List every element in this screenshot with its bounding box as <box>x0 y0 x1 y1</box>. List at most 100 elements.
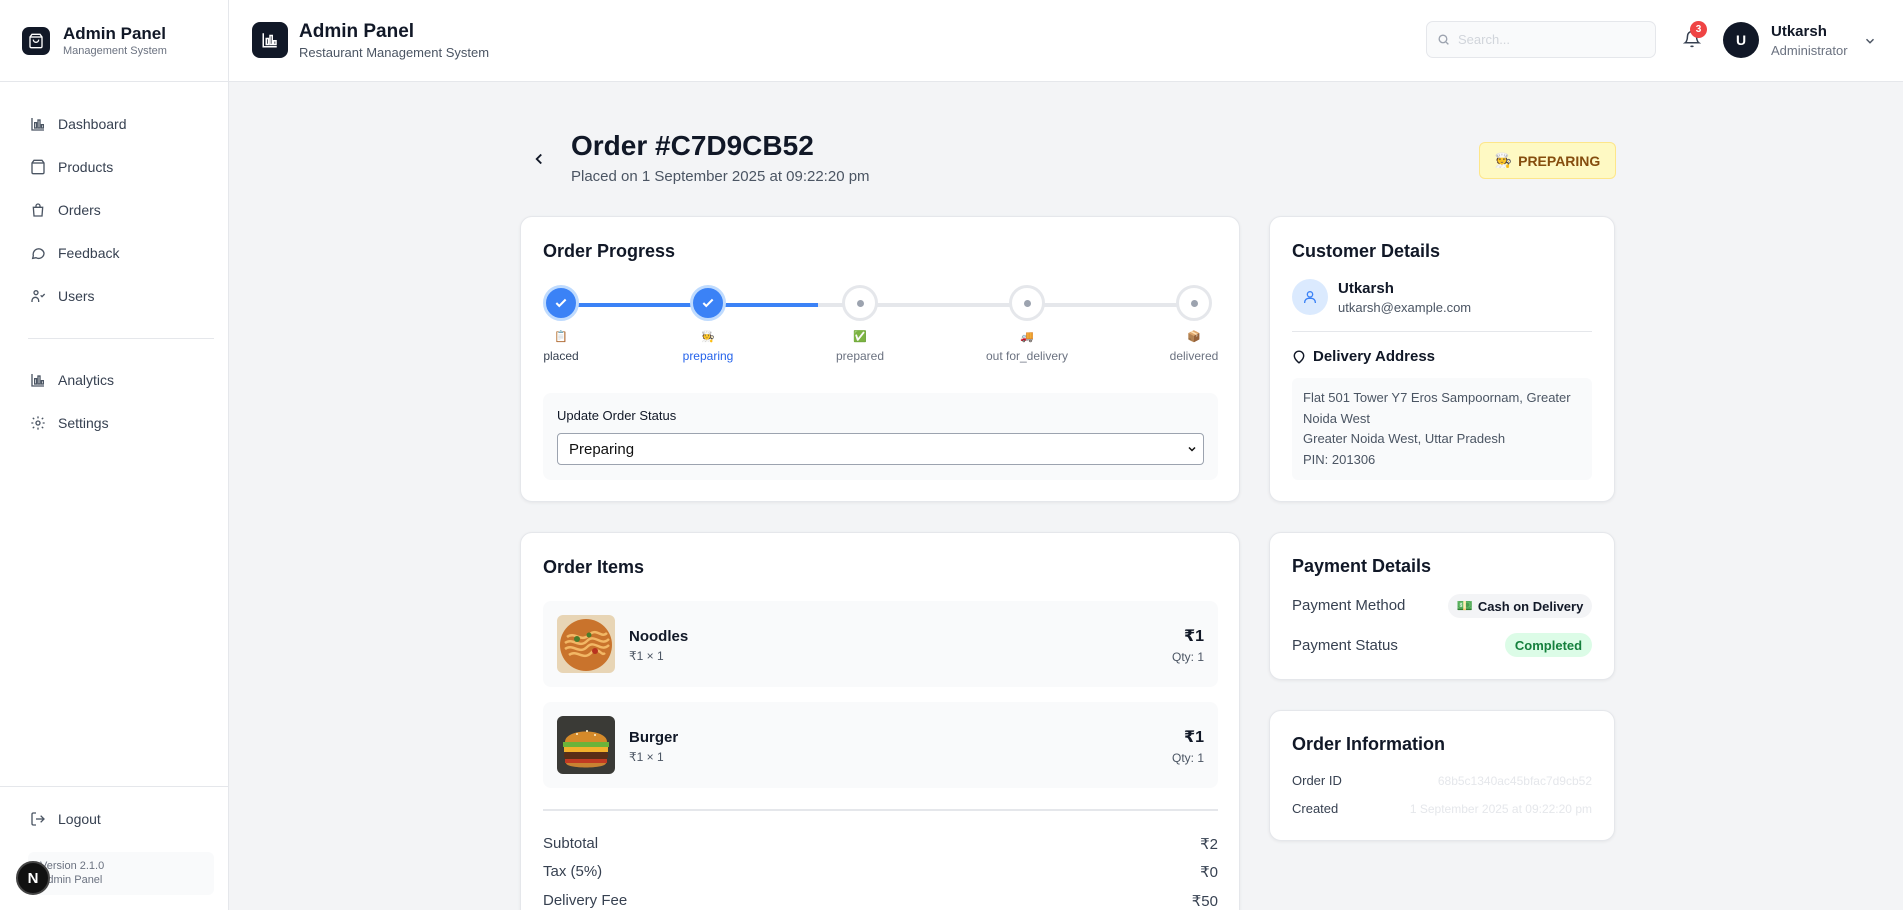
item-price: ₹1 <box>1183 729 1204 746</box>
step-label: preparing <box>682 349 734 363</box>
user-name[interactable]: Utkarsh <box>1771 23 1827 40</box>
payment-status-badge: Completed <box>1505 633 1592 657</box>
sidebar-item-users[interactable]: Users <box>0 274 229 317</box>
cash-icon: 💵 <box>1456 598 1473 613</box>
created-label: Created <box>1292 801 1339 816</box>
list-item: Noodles ₹1 × 1 ₹1 Qty: 1 <box>543 601 1218 687</box>
summary-value: ₹2 <box>1200 836 1218 853</box>
user-role: Administrator <box>1771 43 1848 58</box>
bar-chart-icon <box>31 117 44 131</box>
back-arrow-icon[interactable] <box>530 150 548 173</box>
step-label: placed <box>543 349 579 363</box>
sidebar-divider <box>28 338 214 339</box>
sidebar-divider <box>0 786 229 787</box>
payment-method-label: Payment Method <box>1292 597 1406 614</box>
sidebar-brand: Admin Panel Management System <box>0 0 228 82</box>
progress-line-done <box>560 303 708 307</box>
sidebar-item-label: Orders <box>58 201 101 218</box>
version-number: Version 2.1.0 <box>40 860 105 872</box>
step-check-icon <box>543 285 579 321</box>
payment-method-badge: 💵 Cash on Delivery <box>1448 594 1592 618</box>
page-title: Order #C7D9CB52 <box>571 130 814 161</box>
status-select-value: Preparing <box>569 440 635 458</box>
step-emoji: 🚚 <box>1020 331 1034 343</box>
step-label: prepared <box>835 349 885 363</box>
sidebar-item-label: Products <box>58 158 114 175</box>
summary-subtotal: Subtotal ₹2 <box>543 835 1218 853</box>
noodles-image <box>557 615 615 673</box>
sidebar-nav: Dashboard Products Orders Feedback Users <box>0 102 229 317</box>
sidebar-nav-secondary: Analytics Settings <box>0 358 229 444</box>
address-line: Greater Noida West, Uttar Pradesh <box>1303 431 1506 446</box>
sidebar-item-feedback[interactable]: Feedback <box>0 231 229 274</box>
summary-label: Delivery Fee <box>543 892 628 909</box>
summary-delivery-fee: Delivery Fee ₹50 <box>543 892 1218 910</box>
version-app-name: Admin Panel <box>40 874 103 886</box>
address-line: Flat 501 Tower Y7 Eros Sampoornam, Great… <box>1303 390 1571 426</box>
logout-label: Logout <box>58 810 101 827</box>
search-icon <box>1438 34 1449 45</box>
notification-count-badge: 3 <box>1690 21 1707 38</box>
order-information-title: Order Information <box>1292 734 1446 754</box>
search-input[interactable] <box>1458 32 1638 47</box>
version-info: Version 2.1.0 Admin Panel <box>28 852 214 895</box>
address-pin: PIN: 201306 <box>1303 451 1376 467</box>
item-price: ₹1 <box>1183 628 1204 645</box>
status-label: PREPARING <box>1518 152 1601 169</box>
sidebar-item-orders[interactable]: Orders <box>0 188 229 231</box>
payment-method-value: Cash on Delivery <box>1477 598 1584 614</box>
status-select[interactable]: Preparing <box>557 433 1204 465</box>
summary-label: Subtotal <box>543 835 599 852</box>
sidebar-item-products[interactable]: Products <box>0 145 229 188</box>
gear-icon <box>31 415 45 430</box>
sidebar-item-settings[interactable]: Settings <box>0 401 229 444</box>
sidebar: Admin Panel Management System Dashboard … <box>0 0 229 910</box>
delivery-address-title: Delivery Address <box>1313 348 1436 365</box>
order-items-title: Order Items <box>543 557 645 577</box>
summary-label: Tax (5%) <box>543 863 603 880</box>
order-id-value: 68b5c1340ac45bfac7d9cb52 <box>1437 774 1592 788</box>
created-value: 1 September 2025 at 09:22:20 pm <box>1409 802 1592 816</box>
update-status-panel: Update Order Status Preparing <box>543 393 1218 480</box>
item-name: Noodles <box>629 628 689 645</box>
summary-tax: Tax (5%) ₹0 <box>543 863 1218 881</box>
step-pending-dot <box>842 285 878 321</box>
sidebar-item-dashboard[interactable]: Dashboard <box>0 102 229 145</box>
status-emoji: 🧑‍🍳 <box>1494 152 1513 168</box>
sidebar-brand-title: Admin Panel <box>63 23 166 43</box>
burger-image <box>557 716 615 774</box>
step-emoji: 🧑‍🍳 <box>701 331 715 343</box>
header-subtitle: Restaurant Management System <box>299 45 490 60</box>
nextjs-dev-badge[interactable]: N <box>16 861 50 895</box>
order-placed-date: Placed on 1 September 2025 at 09:22:20 p… <box>571 168 870 185</box>
search-box <box>1426 21 1656 58</box>
logout-button[interactable]: Logout <box>0 797 229 840</box>
logout-icon <box>31 811 45 826</box>
message-icon <box>31 247 45 259</box>
order-progress-title: Order Progress <box>543 241 676 261</box>
map-pin-icon <box>1292 350 1306 369</box>
chevron-down-icon[interactable] <box>1863 34 1877 53</box>
step-label: out for_delivery <box>985 349 1069 363</box>
item-unit-price: ₹1 × 1 <box>629 750 664 764</box>
step-check-icon <box>690 285 726 321</box>
header-title: Admin Panel <box>299 21 415 42</box>
step-pending-dot <box>1176 285 1212 321</box>
avatar[interactable]: U <box>1723 22 1759 58</box>
summary-divider <box>543 809 1218 811</box>
status-badge: 🧑‍🍳 PREPARING <box>1479 142 1616 179</box>
package-icon <box>31 159 45 174</box>
step-emoji: 📦 <box>1187 331 1201 343</box>
customer-divider <box>1292 331 1592 332</box>
shopping-bag-icon <box>32 202 44 217</box>
sidebar-item-label: Dashboard <box>58 115 127 132</box>
payment-details-title: Payment Details <box>1292 556 1432 576</box>
summary-value: ₹0 <box>1200 864 1218 881</box>
update-status-label: Update Order Status <box>557 408 677 423</box>
sidebar-item-analytics[interactable]: Analytics <box>0 358 229 401</box>
customer-name: Utkarsh <box>1338 280 1394 297</box>
step-pending-dot <box>1009 285 1045 321</box>
payment-status-label: Payment Status <box>1292 637 1398 654</box>
store-icon <box>22 26 50 55</box>
order-id-label: Order ID <box>1292 773 1342 788</box>
